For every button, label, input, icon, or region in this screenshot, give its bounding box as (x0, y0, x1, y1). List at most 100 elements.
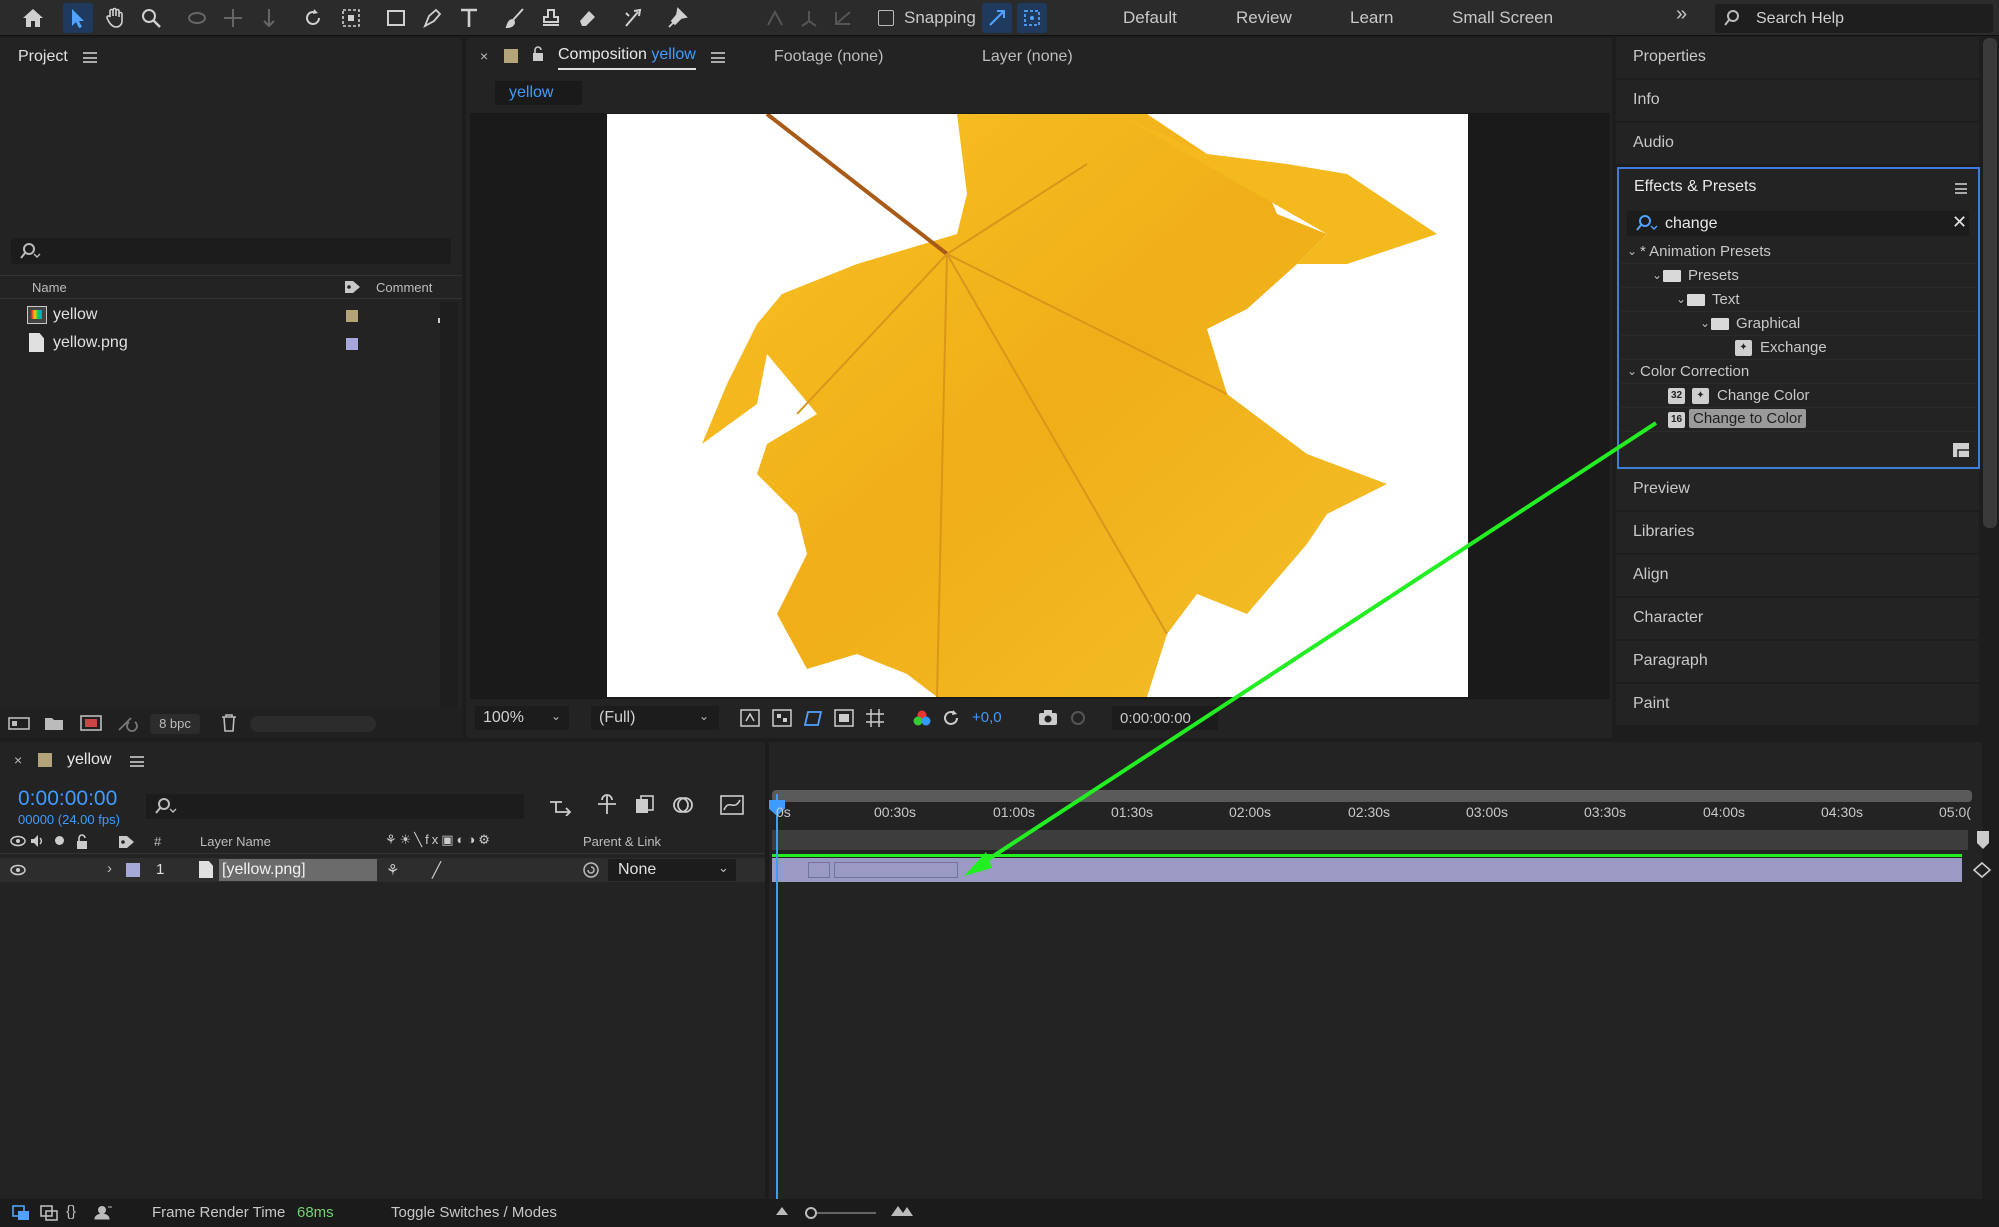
lock-icon[interactable] (75, 834, 89, 850)
tree-item-graphical[interactable]: ⌄ Graphical (1621, 312, 1976, 336)
panel-menu-icon[interactable] (83, 52, 97, 63)
toggle-switches-modes-button[interactable]: Toggle Switches / Modes (391, 1204, 557, 1221)
workspace-small-screen[interactable]: Small Screen (1452, 8, 1553, 28)
shy-layers-icon[interactable] (596, 794, 618, 816)
column-layer-name[interactable]: Layer Name (200, 834, 271, 849)
panel-paragraph[interactable]: Paragraph (1616, 641, 1979, 682)
eye-icon[interactable] (10, 835, 26, 847)
in-out-toggle-icon[interactable]: {} (66, 1203, 76, 1220)
search-help-field[interactable]: Search Help (1715, 4, 1993, 33)
rectangle-tool-icon[interactable] (381, 3, 411, 33)
panel-menu-icon[interactable] (711, 52, 725, 63)
solo-icon[interactable] (55, 836, 64, 845)
roto-brush-icon[interactable] (618, 3, 648, 33)
lock-icon[interactable] (531, 46, 545, 62)
tree-item-change-to-color[interactable]: 16 Change to Color (1621, 408, 1976, 432)
transfer-controls-toggle-icon[interactable] (40, 1205, 58, 1221)
timeline-zoom-thumb[interactable] (805, 1207, 817, 1219)
panel-align[interactable]: Align (1616, 555, 1979, 596)
chevron-down-icon[interactable]: ⌄ (1627, 244, 1637, 258)
mask-visibility-icon[interactable] (803, 709, 823, 727)
shy-switch-icon[interactable]: ⚘ (386, 861, 399, 879)
panel-info[interactable]: Info (1616, 80, 1979, 121)
tree-item-change-color[interactable]: 32 ✦ Change Color (1621, 384, 1976, 408)
reset-exposure-icon[interactable] (942, 709, 960, 727)
pick-whip-icon[interactable] (582, 861, 600, 879)
workspace-default[interactable]: Default (1123, 8, 1177, 28)
layer-duration-bar[interactable] (772, 858, 1962, 882)
snapshot-camera-icon[interactable] (1038, 709, 1058, 727)
axis-view-icon[interactable] (828, 3, 858, 33)
label-tag-icon[interactable] (344, 279, 362, 295)
project-search-input[interactable] (11, 238, 451, 264)
graph-editor-icon[interactable] (720, 794, 744, 816)
quality-switch-icon[interactable]: ╱ (432, 861, 441, 879)
timeline-comp-tab[interactable]: yellow (67, 751, 111, 769)
panel-audio[interactable]: Audio (1616, 123, 1979, 164)
thumbnail-size-slider[interactable] (250, 716, 376, 732)
work-area-bar[interactable] (772, 790, 1972, 802)
clear-search-icon[interactable]: ✕ (1952, 212, 1967, 233)
chevron-down-icon[interactable]: ⌄ (1700, 316, 1710, 330)
pen-tool-icon[interactable] (417, 3, 447, 33)
tree-item-color-correction[interactable]: ⌄ Color Correction (1621, 360, 1976, 384)
rotate-tool-icon[interactable] (298, 3, 328, 33)
axis-world-icon[interactable] (794, 3, 824, 33)
project-settings-icon[interactable] (117, 714, 139, 732)
panel-character[interactable]: Character (1616, 598, 1979, 639)
type-tool-icon[interactable] (454, 3, 484, 33)
snap-edges-icon[interactable] (982, 3, 1012, 33)
fast-previews-icon[interactable] (740, 709, 760, 727)
snapping-checkbox[interactable] (876, 3, 896, 33)
orbit-camera-icon[interactable] (182, 3, 212, 33)
project-panel-title[interactable]: Project (18, 48, 68, 66)
parent-dropdown[interactable]: None ⌄ (608, 859, 736, 881)
tree-item-text[interactable]: ⌄ Text (1621, 288, 1976, 312)
pan-camera-icon[interactable] (218, 3, 248, 33)
layer-switches-toggle-icon[interactable] (12, 1205, 30, 1221)
tab-composition[interactable]: Composition yellow (558, 46, 696, 70)
close-tab-icon[interactable]: × (480, 48, 488, 64)
pan-behind-tool-icon[interactable] (336, 3, 366, 33)
panel-menu-icon[interactable] (1955, 183, 1967, 194)
panel-preview[interactable]: Preview (1616, 469, 1979, 510)
current-time-field[interactable]: 0:00:00:00 (1112, 706, 1218, 730)
label-tag-icon[interactable] (118, 834, 136, 850)
project-item-yellow-png[interactable]: yellow.png (0, 330, 440, 356)
zoom-tool-icon[interactable] (136, 3, 166, 33)
puppet-pin-icon[interactable] (662, 3, 692, 33)
chevron-right-icon[interactable]: › (107, 860, 112, 877)
audio-icon[interactable] (30, 834, 46, 848)
exposure-value[interactable]: +0,0 (972, 709, 1002, 726)
right-panels-scrollbar[interactable] (1983, 38, 1997, 528)
selection-tool-icon[interactable] (63, 3, 93, 33)
panel-properties[interactable]: Properties (1616, 37, 1979, 78)
interpret-footage-icon[interactable] (8, 715, 30, 731)
show-snapshot-icon[interactable] (1068, 709, 1088, 727)
tab-layer[interactable]: Layer (none) (982, 48, 1073, 66)
comp-marker-bin-icon[interactable] (1976, 830, 1990, 850)
column-name[interactable]: Name (32, 280, 67, 295)
panel-libraries[interactable]: Libraries (1616, 512, 1979, 553)
transparency-grid-icon[interactable] (772, 709, 792, 727)
home-icon[interactable] (18, 3, 48, 33)
motion-blur-icon[interactable] (672, 794, 694, 816)
project-item-yellow-comp[interactable]: yellow (0, 302, 440, 328)
hand-tool-icon[interactable] (100, 3, 130, 33)
project-scrollbar[interactable] (440, 302, 458, 722)
effects-search-input[interactable]: change ✕ (1627, 211, 1969, 236)
close-tab-icon[interactable]: × (14, 752, 22, 768)
region-of-interest-icon[interactable] (834, 709, 854, 727)
chevron-down-icon[interactable]: ⌄ (1676, 292, 1686, 306)
render-time-toggle-icon[interactable] (94, 1204, 114, 1220)
grid-guides-icon[interactable] (865, 708, 885, 728)
tree-item-presets[interactable]: ⌄ Presets (1621, 264, 1976, 288)
effects-panel-title[interactable]: Effects & Presets (1634, 178, 1756, 196)
workspace-review[interactable]: Review (1236, 8, 1292, 28)
tree-item-animation-presets[interactable]: ⌄ * Animation Presets (1621, 240, 1976, 264)
workspace-learn[interactable]: Learn (1350, 8, 1393, 28)
zoom-out-icon[interactable] (774, 1203, 790, 1217)
brush-tool-icon[interactable] (500, 3, 530, 33)
channel-rgb-icon[interactable] (912, 709, 932, 727)
panel-paint[interactable]: Paint (1616, 684, 1979, 725)
